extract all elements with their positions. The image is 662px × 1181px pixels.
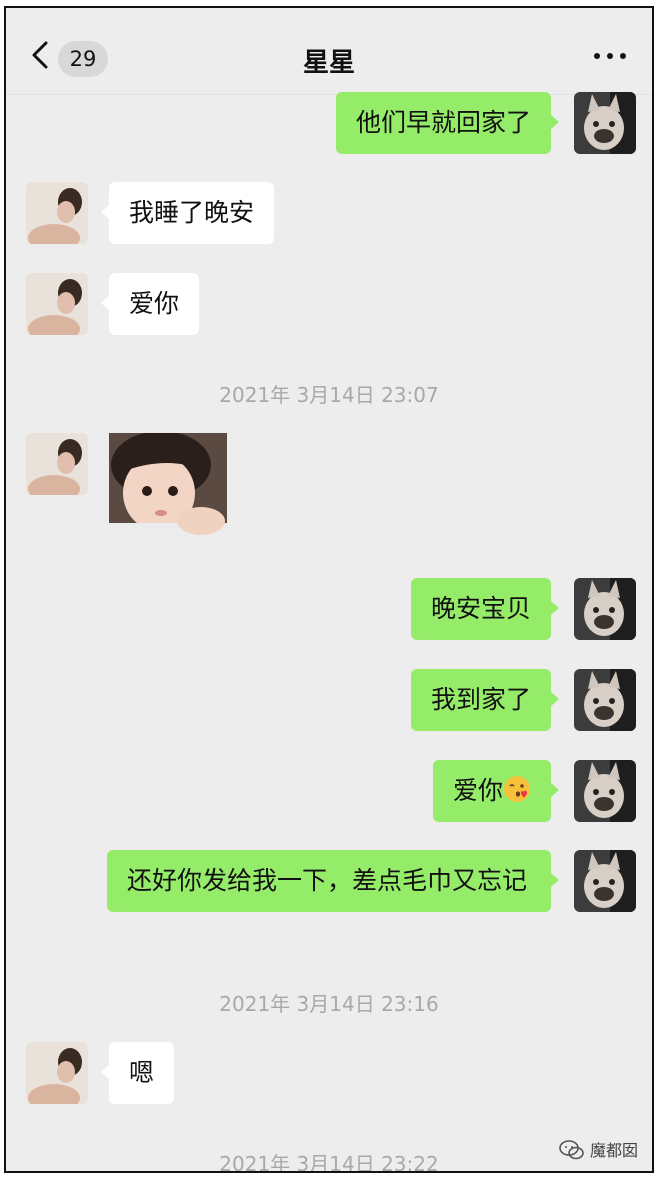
- message-text: 还好你发给我一下，差点毛巾又忘记: [127, 866, 528, 895]
- message-text: 晚安宝贝: [430, 594, 531, 623]
- message-text: 爱你: [129, 289, 180, 318]
- chat-window: 29 星星 他们早就回家了 我睡了晚安 爱你 2021年 3月14日 23:07: [4, 6, 654, 1173]
- incoming-message-bubble[interactable]: 我睡了晚安: [100, 182, 275, 244]
- watermark-text: 魔都囡: [589, 1141, 638, 1160]
- message-row-outgoing: 爱你: [6, 760, 652, 824]
- message-row-incoming: 爱你: [6, 273, 652, 337]
- incoming-message-bubble[interactable]: 嗯: [100, 1042, 175, 1104]
- outgoing-message-bubble[interactable]: 他们早就回家了: [335, 92, 560, 154]
- my-avatar[interactable]: [574, 850, 636, 912]
- chat-header: 29 星星: [6, 8, 652, 95]
- contact-avatar[interactable]: [26, 433, 88, 495]
- message-row-incoming: 嗯: [6, 1042, 652, 1106]
- my-avatar[interactable]: [574, 669, 636, 731]
- message-row-outgoing: 我到家了: [6, 669, 652, 733]
- contact-avatar[interactable]: [26, 273, 88, 335]
- outgoing-message-bubble[interactable]: 晚安宝贝: [410, 578, 560, 640]
- toddler-photo-sticker[interactable]: [109, 433, 227, 551]
- incoming-message-bubble[interactable]: 爱你: [100, 273, 200, 335]
- outgoing-message-bubble[interactable]: 我到家了: [410, 669, 560, 731]
- message-text: 爱你: [452, 776, 503, 805]
- message-text: 我到家了: [430, 685, 531, 714]
- more-dots-icon[interactable]: [592, 48, 628, 64]
- contact-avatar[interactable]: [26, 1042, 88, 1104]
- message-timestamp: 2021年 3月14日 23:07: [219, 383, 439, 407]
- wechat-logo-icon: [559, 1140, 584, 1160]
- my-avatar[interactable]: [574, 92, 636, 154]
- message-row-incoming: 我睡了晚安: [6, 182, 652, 246]
- message-row-outgoing: 晚安宝贝: [6, 578, 652, 642]
- message-text: 他们早就回家了: [355, 108, 531, 137]
- my-avatar[interactable]: [574, 578, 636, 640]
- kissing-face-emoji: [504, 776, 530, 802]
- message-timestamp: 2021年 3月14日 23:16: [219, 992, 439, 1016]
- watermark: 魔都囡: [559, 1137, 638, 1161]
- my-avatar[interactable]: [574, 760, 636, 822]
- message-row-outgoing: 他们早就回家了: [6, 92, 652, 156]
- chat-title: 星星: [302, 48, 355, 78]
- message-text: 我睡了晚安: [129, 198, 255, 227]
- message-row-outgoing: 还好你发给我一下，差点毛巾又忘记: [6, 850, 652, 946]
- message-row-incoming: [6, 433, 652, 551]
- message-timestamp: 2021年 3月14日 23:22: [219, 1152, 439, 1173]
- outgoing-message-bubble[interactable]: 还好你发给我一下，差点毛巾又忘记: [107, 850, 559, 912]
- outgoing-message-bubble[interactable]: 爱你: [432, 760, 560, 822]
- contact-avatar[interactable]: [26, 182, 88, 244]
- message-text: 嗯: [129, 1058, 155, 1087]
